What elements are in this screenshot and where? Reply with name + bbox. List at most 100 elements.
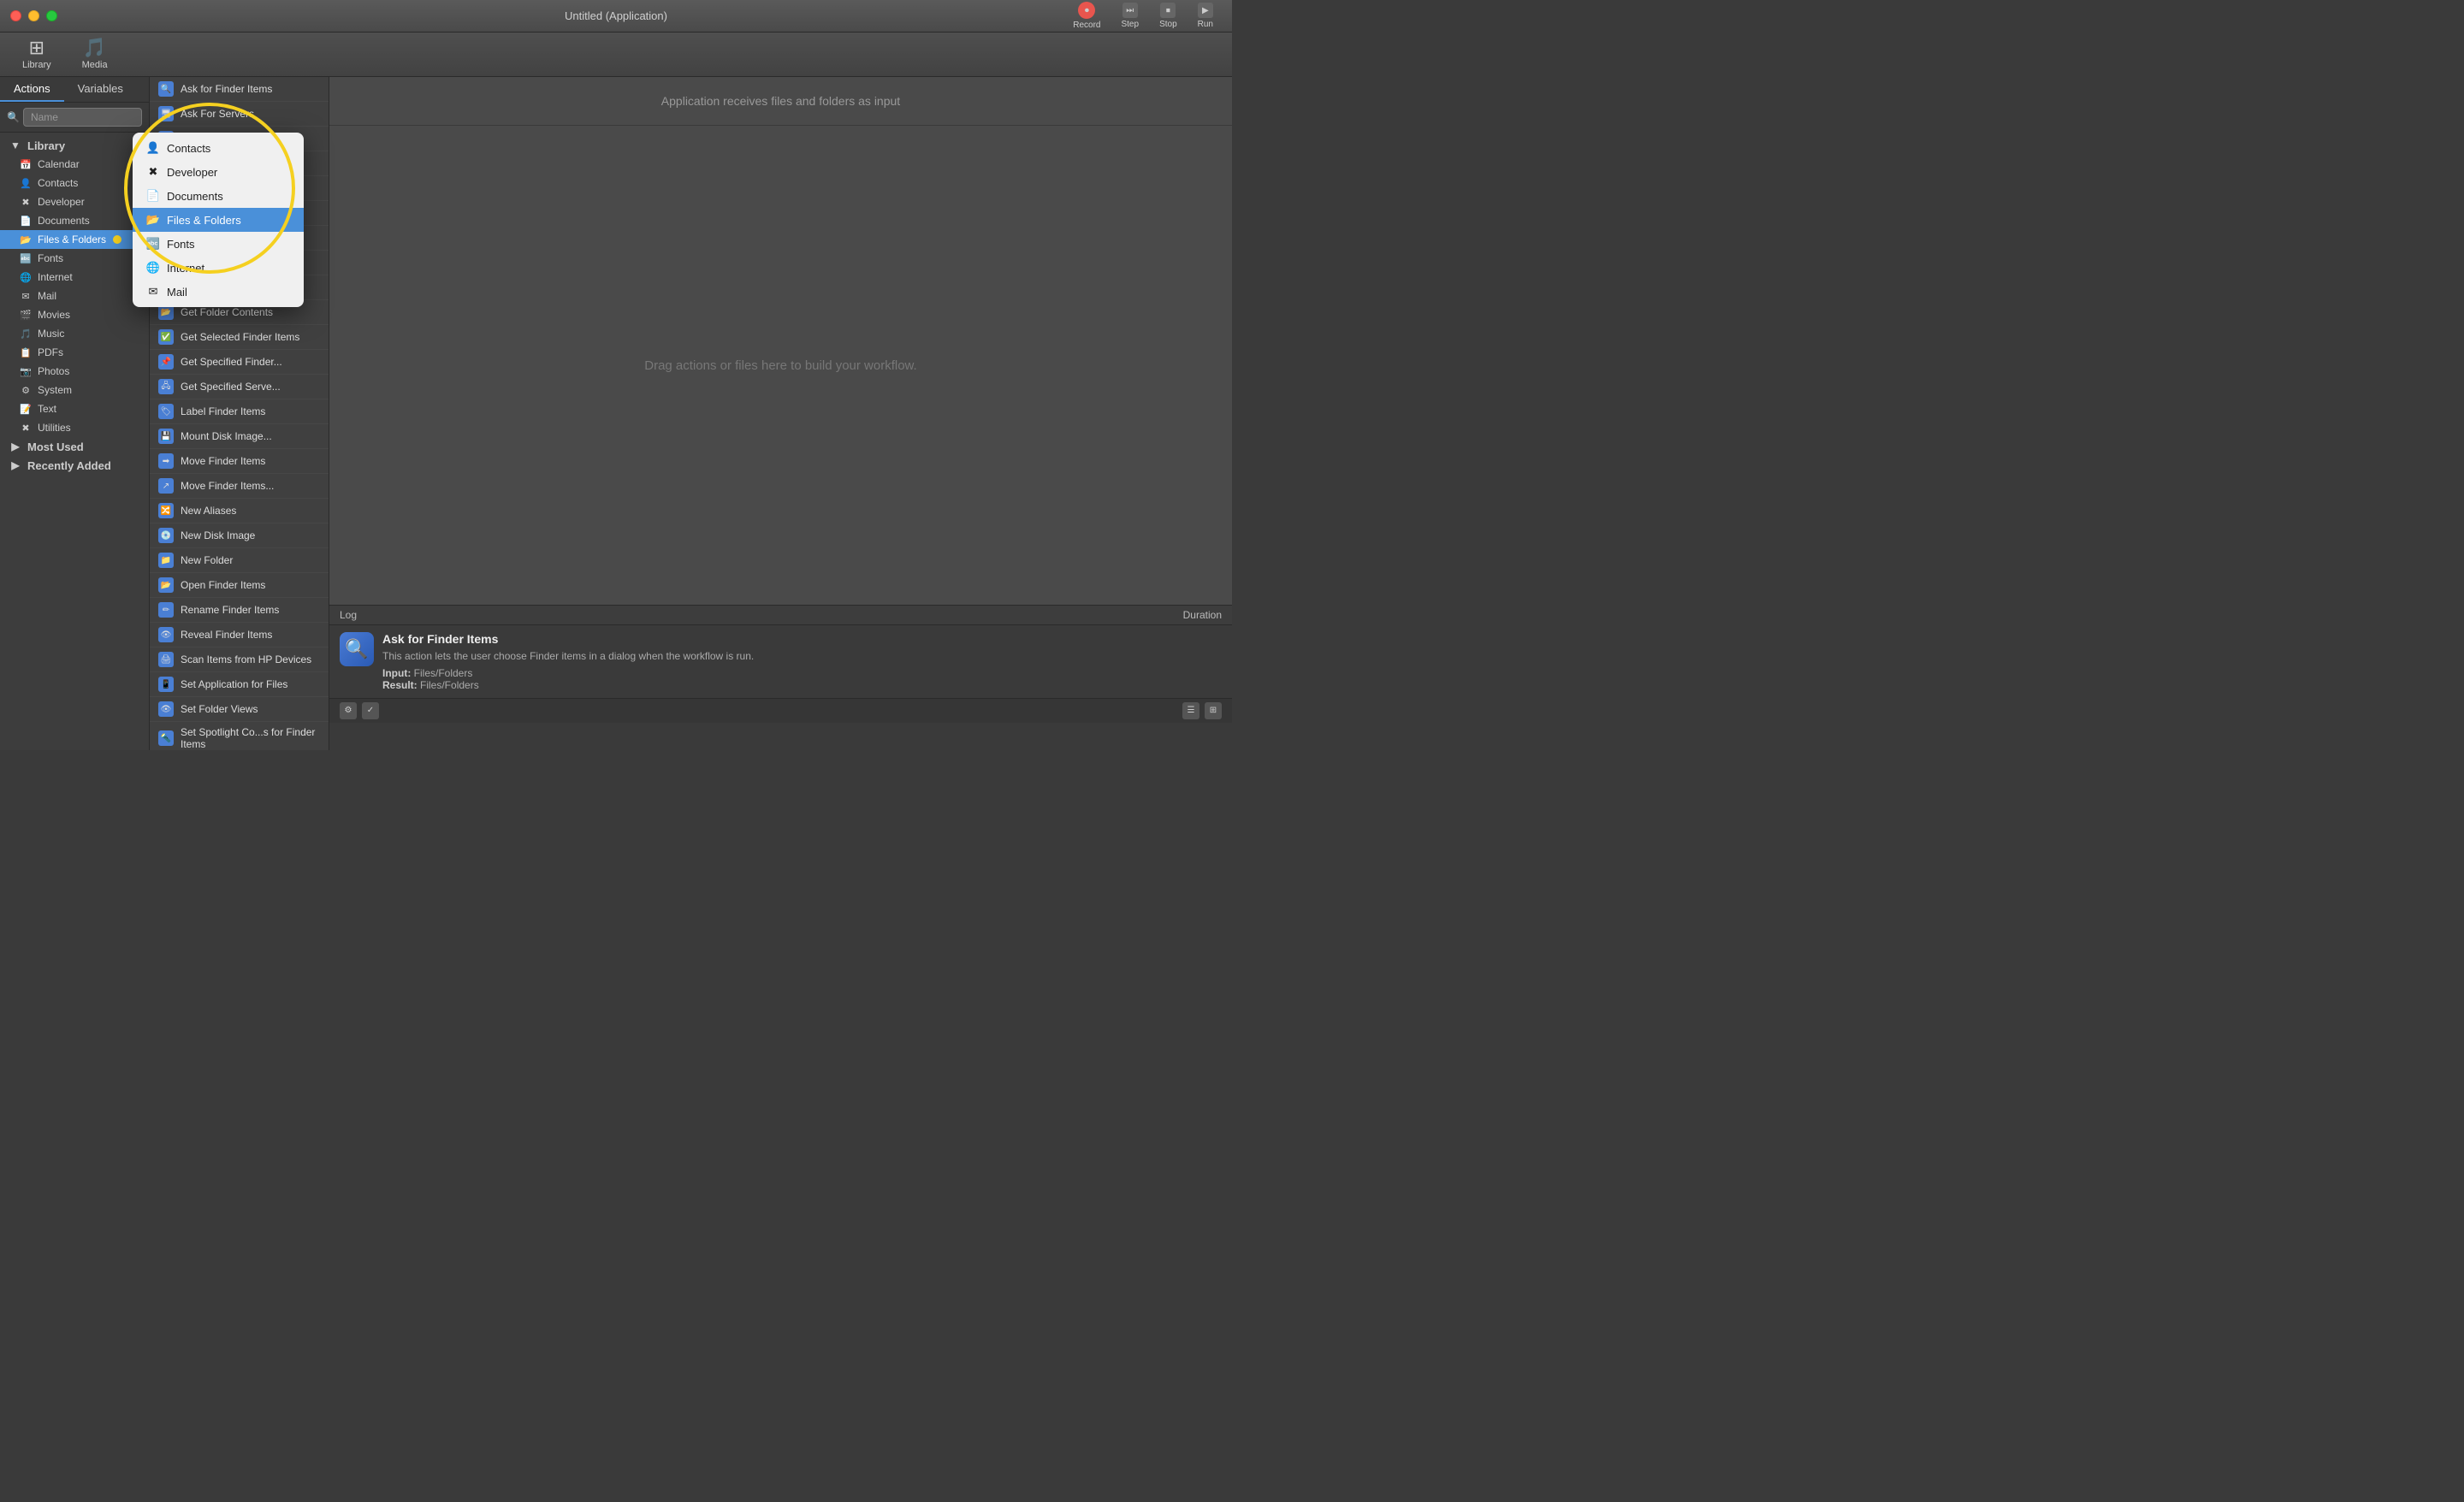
dropdown-item-fonts[interactable]: 🔤 Fonts xyxy=(133,232,304,256)
dropdown-item-documents[interactable]: 📄 Documents xyxy=(133,184,304,208)
sidebar-item-label: Recently Added xyxy=(27,459,111,472)
sidebar-item-label: Mail xyxy=(38,290,56,302)
log-content: 🔍 Ask for Finder Items This action lets … xyxy=(329,625,1232,698)
action-new-aliases[interactable]: 🔀 New Aliases xyxy=(150,499,329,523)
files-folders-dot xyxy=(113,235,121,244)
action-label: Set Application for Files xyxy=(181,678,287,690)
traffic-lights[interactable] xyxy=(10,10,57,21)
sidebar-item-movies[interactable]: 🎬 Movies xyxy=(0,305,149,324)
log-input-value: Files/Folders xyxy=(414,667,473,679)
log-checkmark-button[interactable]: ✓ xyxy=(362,702,379,719)
action-label-finder-items[interactable]: 🏷 Label Finder Items xyxy=(150,399,329,424)
log-action-description: This action lets the user choose Finder … xyxy=(382,649,754,664)
maximize-button[interactable] xyxy=(46,10,57,21)
dropdown-item-files-folders[interactable]: 📂 Files & Folders xyxy=(133,208,304,232)
step-button[interactable]: ⏭ Step xyxy=(1112,0,1147,33)
search-input[interactable] xyxy=(23,108,142,127)
action-icon: 🖧 xyxy=(158,379,174,394)
action-ask-for-servers[interactable]: 🖥 Ask For Servers xyxy=(150,102,329,127)
sidebar-item-contacts[interactable]: 👤 Contacts xyxy=(0,174,149,192)
action-label: Set Folder Views xyxy=(181,703,258,715)
action-move-finder-items1[interactable]: ➡ Move Finder Items xyxy=(150,449,329,474)
library-button[interactable]: ⊞ Library xyxy=(10,33,63,75)
record-label: Record xyxy=(1073,21,1100,30)
log-grid-view-button[interactable]: ⊞ xyxy=(1205,702,1222,719)
sidebar-item-utilities[interactable]: ✖ Utilities xyxy=(0,418,149,437)
sidebar-item-system[interactable]: ⚙ System xyxy=(0,381,149,399)
sidebar-item-most-used[interactable]: ▶ Most Used xyxy=(0,437,149,456)
action-new-folder[interactable]: 📁 New Folder xyxy=(150,548,329,573)
sidebar-item-label: Fonts xyxy=(38,252,63,264)
dropdown-item-mail[interactable]: ✉ Mail xyxy=(133,280,304,304)
action-mount-disk-image[interactable]: 💾 Mount Disk Image... xyxy=(150,424,329,449)
run-label: Run xyxy=(1198,20,1213,29)
sidebar-item-photos[interactable]: 📷 Photos xyxy=(0,362,149,381)
action-new-disk-image[interactable]: 💿 New Disk Image xyxy=(150,523,329,548)
log-meta-result: Result: Files/Folders xyxy=(382,679,754,691)
run-button[interactable]: ▶ Run xyxy=(1189,0,1222,33)
close-button[interactable] xyxy=(10,10,21,21)
sidebar-item-documents[interactable]: 📄 Documents xyxy=(0,211,149,230)
tab-bar: Actions Variables xyxy=(0,77,149,103)
action-scan-items-hp[interactable]: 🖨 Scan Items from HP Devices xyxy=(150,648,329,672)
sidebar-item-music[interactable]: 🎵 Music xyxy=(0,324,149,343)
action-get-specified-server[interactable]: 🖧 Get Specified Serve... xyxy=(150,375,329,399)
sidebar-item-label: Developer xyxy=(38,196,85,208)
titlebar-actions: ⏺ Record ⏭ Step ⏹ Stop ▶ Run xyxy=(1064,0,1222,33)
media-button[interactable]: 🎵 Media xyxy=(70,33,120,75)
action-label: New Aliases xyxy=(181,505,236,517)
content-area: Application receives files and folders a… xyxy=(329,77,1232,750)
action-icon: 📱 xyxy=(158,677,174,692)
contacts-dropdown-icon: 👤 xyxy=(146,141,160,155)
action-reveal-finder-items[interactable]: 👁 Reveal Finder Items xyxy=(150,623,329,648)
sidebar-item-library[interactable]: ▼ Library xyxy=(0,136,149,155)
documents-dropdown-icon: 📄 xyxy=(146,189,160,203)
dropdown-item-developer[interactable]: ✖ Developer xyxy=(133,160,304,184)
action-label: Open Finder Items xyxy=(181,579,265,591)
sidebar-item-calendar[interactable]: 📅 Calendar xyxy=(0,155,149,174)
media-label: Media xyxy=(82,60,108,70)
dropdown-item-internet[interactable]: 🌐 Internet xyxy=(133,256,304,280)
action-move-finder-items2[interactable]: ↗ Move Finder Items... xyxy=(150,474,329,499)
stop-button[interactable]: ⏹ Stop xyxy=(1151,0,1186,33)
dropdown-item-contacts[interactable]: 👤 Contacts xyxy=(133,136,304,160)
sidebar-item-files-folders[interactable]: 📂 Files & Folders xyxy=(0,230,149,249)
dropdown-item-label: Fonts xyxy=(167,238,195,251)
files-folders-dropdown-icon: 📂 xyxy=(146,213,160,227)
fonts-dropdown-icon: 🔤 xyxy=(146,237,160,251)
action-icon: 📂 xyxy=(158,577,174,593)
content-body: Drag actions or files here to build your… xyxy=(329,126,1232,605)
sidebar-item-developer[interactable]: ✖ Developer xyxy=(0,192,149,211)
fonts-icon: 🔤 xyxy=(19,251,33,265)
action-ask-finder-items[interactable]: 🔍 Ask for Finder Items xyxy=(150,77,329,102)
search-icon: 🔍 xyxy=(7,111,20,123)
sidebar-item-internet[interactable]: 🌐 Internet xyxy=(0,268,149,287)
window-title: Untitled (Application) xyxy=(565,9,667,22)
action-open-finder-items[interactable]: 📂 Open Finder Items xyxy=(150,573,329,598)
sidebar-item-mail[interactable]: ✉ Mail xyxy=(0,287,149,305)
sidebar-item-fonts[interactable]: 🔤 Fonts xyxy=(0,249,149,268)
action-get-selected-finder-items[interactable]: ✅ Get Selected Finder Items xyxy=(150,325,329,350)
action-set-application-for-files[interactable]: 📱 Set Application for Files xyxy=(150,672,329,697)
log-settings-button[interactable]: ⚙ xyxy=(340,702,357,719)
step-icon: ⏭ xyxy=(1122,3,1138,18)
action-icon: 🖨 xyxy=(158,652,174,667)
action-set-folder-views[interactable]: 👁 Set Folder Views xyxy=(150,697,329,722)
action-set-spotlight-comments[interactable]: 🔦 Set Spotlight Co...s for Finder Items xyxy=(150,722,329,750)
record-button[interactable]: ⏺ Record xyxy=(1064,0,1109,33)
record-icon: ⏺ xyxy=(1078,2,1095,19)
sidebar-item-text[interactable]: 📝 Text xyxy=(0,399,149,418)
action-get-specified-finder[interactable]: 📌 Get Specified Finder... xyxy=(150,350,329,375)
action-label: Mount Disk Image... xyxy=(181,430,272,442)
dropdown-item-label: Developer xyxy=(167,166,217,179)
dropdown-item-label: Mail xyxy=(167,286,187,299)
sidebar-item-pdfs[interactable]: 📋 PDFs xyxy=(0,343,149,362)
action-rename-finder-items[interactable]: ✏ Rename Finder Items xyxy=(150,598,329,623)
tab-variables[interactable]: Variables xyxy=(64,77,137,102)
action-label: Get Specified Serve... xyxy=(181,381,281,393)
tab-actions[interactable]: Actions xyxy=(0,77,64,102)
sidebar-item-recently-added[interactable]: ▶ Recently Added xyxy=(0,456,149,475)
minimize-button[interactable] xyxy=(28,10,39,21)
log-list-view-button[interactable]: ☰ xyxy=(1182,702,1199,719)
recently-added-icon: ▶ xyxy=(9,458,22,472)
